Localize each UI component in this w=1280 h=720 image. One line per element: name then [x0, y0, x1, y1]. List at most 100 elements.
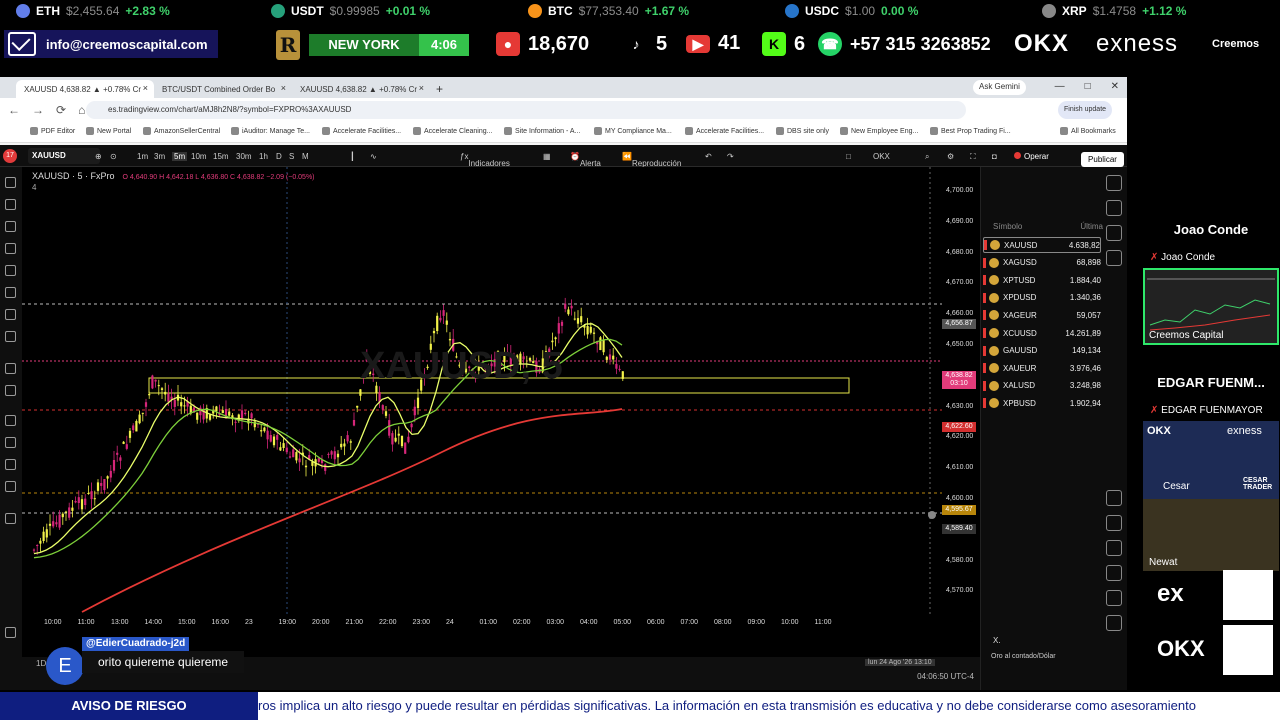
compare-icon[interactable]: ⊕	[95, 152, 102, 161]
back-icon[interactable]: ←	[8, 103, 20, 117]
lock-icon[interactable]	[5, 437, 16, 448]
url-input[interactable]: es.tradingview.com/chart/aMJ8h2N8/?symbo…	[86, 101, 966, 119]
bookmark[interactable]: New Employee Eng...	[840, 127, 918, 135]
watchlist-row[interactable]: XAUEUR 3.976,46	[983, 360, 1101, 376]
settings-icon[interactable]: ⊙	[110, 152, 117, 161]
fib-icon[interactable]	[5, 221, 16, 232]
finish-update-button[interactable]: Finish update	[1058, 101, 1113, 119]
rectangle-icon[interactable]	[5, 287, 16, 298]
calendar-icon[interactable]	[1106, 540, 1122, 556]
interval-d[interactable]: D	[276, 152, 282, 161]
reload-icon[interactable]: ⟳	[56, 103, 66, 117]
watchlist-row[interactable]: XCUUSD 14.261,89	[983, 325, 1101, 341]
target-icon[interactable]	[1106, 490, 1122, 506]
broker-select[interactable]: OKX	[873, 152, 890, 161]
bookmark[interactable]: Accelerate Facilities...	[322, 127, 401, 135]
crosshair-icon[interactable]	[5, 177, 16, 188]
bookmark[interactable]: Best Prop Trading Fi...	[930, 127, 1011, 135]
clock-icon[interactable]	[1106, 200, 1122, 216]
watchlist-row[interactable]: XPTUSD 1.884,40	[983, 272, 1101, 288]
watchlist-row[interactable]: XPBUSD 1.902,94	[983, 395, 1101, 411]
timezone-label[interactable]: 04:06:50 UTC-4	[917, 672, 974, 681]
search-icon[interactable]: ⌕	[925, 152, 929, 162]
alert-button[interactable]: ⏰ Alerta	[570, 152, 601, 168]
watchlist-row[interactable]: XAGUSD 68,898	[983, 255, 1101, 271]
interval-1h[interactable]: 1h	[259, 152, 268, 161]
watchlist-row[interactable]: XALUSD 3.248,98	[983, 378, 1101, 394]
watchlist-row[interactable]: XAUUSD 4.638,82	[983, 237, 1101, 253]
close-window-icon[interactable]: ✕	[1111, 81, 1119, 92]
text-icon[interactable]	[5, 309, 16, 320]
interval-10m[interactable]: 10m	[191, 152, 207, 161]
layers-icon[interactable]	[1106, 225, 1122, 241]
chat-icon[interactable]	[1106, 250, 1122, 266]
replay-button[interactable]: ⏪ Reproducción	[622, 152, 681, 168]
interval-5m[interactable]: 5m	[172, 152, 188, 161]
line-chart-icon[interactable]: ∿	[370, 152, 377, 161]
close-tab-icon[interactable]: ×	[419, 83, 424, 93]
bookmark[interactable]: PDF Editor	[30, 127, 75, 135]
trade-button[interactable]: Operar	[1014, 152, 1049, 161]
ideas-icon[interactable]	[1106, 515, 1122, 531]
new-tab-button[interactable]: +	[436, 80, 443, 98]
tab-xauusd-2[interactable]: XAUUSD 4,638.82 ▲ +0.78% Cr ×	[292, 80, 430, 98]
interval-15m[interactable]: 15m	[213, 152, 229, 161]
ask-gemini-button[interactable]: Ask Gemini	[973, 80, 1026, 95]
bookmark[interactable]: AmazonSellerCentral	[143, 127, 220, 135]
forward-icon[interactable]: →	[32, 103, 44, 117]
expand-icon[interactable]: ⛶	[970, 152, 976, 162]
interval-3m[interactable]: 3m	[154, 152, 165, 161]
watchlist-row[interactable]: XAGEUR 59,057	[983, 307, 1101, 323]
fullscreen-icon[interactable]: □	[846, 152, 851, 161]
broadcast-icon[interactable]	[1106, 565, 1122, 581]
grid-icon[interactable]	[1106, 615, 1122, 631]
redo-icon[interactable]: ↷	[727, 152, 734, 161]
symbol-search[interactable]: XAUUSD	[28, 148, 100, 164]
interval-30m[interactable]: 30m	[236, 152, 252, 161]
bell-icon[interactable]	[1106, 590, 1122, 606]
tab-btcusdt[interactable]: BTC/USDT Combined Order Bo ×	[154, 80, 292, 98]
price-chart[interactable]: XAUUSD · 5 · FxPro O 4,640.90 H 4,642.18 …	[22, 167, 980, 657]
zoom-icon[interactable]	[5, 385, 16, 396]
publish-button[interactable]: Publicar	[1081, 152, 1124, 167]
watchlist-row[interactable]: XPDUSD 1.340,36	[983, 290, 1101, 306]
close-tab-icon[interactable]: ×	[143, 83, 148, 93]
close-tab-icon[interactable]: ×	[281, 83, 286, 93]
bookmark[interactable]: DBS site only	[776, 127, 829, 135]
watchlist-row[interactable]: GAUUSD 149,134	[983, 343, 1101, 359]
interval-1m[interactable]: 1m	[137, 152, 148, 161]
panel-symbol[interactable]: X.	[993, 636, 1001, 645]
interval-s[interactable]: S	[289, 152, 294, 161]
favorite-icon[interactable]	[5, 627, 16, 638]
trash-icon[interactable]	[5, 513, 16, 524]
magnet-icon[interactable]	[5, 415, 16, 426]
undo-icon[interactable]: ↶	[705, 152, 712, 161]
bookmark[interactable]: iAuditor: Manage Te...	[231, 127, 310, 135]
pattern-icon[interactable]	[5, 243, 16, 254]
settings-gear-icon[interactable]: ⚙	[947, 152, 954, 161]
bookmark[interactable]: New Portal	[86, 127, 131, 135]
all-bookmarks[interactable]: All Bookmarks	[1060, 127, 1116, 135]
bookmark[interactable]: Accelerate Cleaning...	[413, 127, 492, 135]
measure-icon[interactable]	[5, 265, 16, 276]
range-1d[interactable]: 1D	[36, 659, 46, 668]
ruler-icon[interactable]	[5, 363, 16, 374]
bookmark[interactable]: Accelerate Facilities...	[685, 127, 764, 135]
camera-icon[interactable]: ◘	[992, 152, 997, 161]
eye-icon[interactable]	[5, 459, 16, 470]
link-icon[interactable]	[5, 481, 16, 492]
home-icon[interactable]: ⌂	[78, 103, 85, 117]
bookmark[interactable]: MY Compliance Ma...	[594, 127, 672, 135]
minimize-icon[interactable]: —	[1055, 81, 1065, 92]
candle-style-icon[interactable]: ┃	[350, 152, 355, 161]
tab-xauusd[interactable]: XAUUSD 4,638.82 ▲ +0.78% Cr ×	[16, 80, 154, 98]
profile-avatar[interactable]: 17	[3, 149, 17, 163]
bookmark[interactable]: Site Information - A...	[504, 127, 580, 135]
emoji-icon[interactable]	[5, 331, 16, 342]
watchlist-icon[interactable]	[1106, 175, 1122, 191]
indicators-button[interactable]: ƒx Indicadores	[460, 152, 510, 168]
layouts-icon[interactable]: ▦	[543, 152, 551, 161]
interval-m[interactable]: M	[302, 152, 309, 161]
maximize-icon[interactable]: □	[1085, 81, 1091, 92]
trendline-icon[interactable]	[5, 199, 16, 210]
